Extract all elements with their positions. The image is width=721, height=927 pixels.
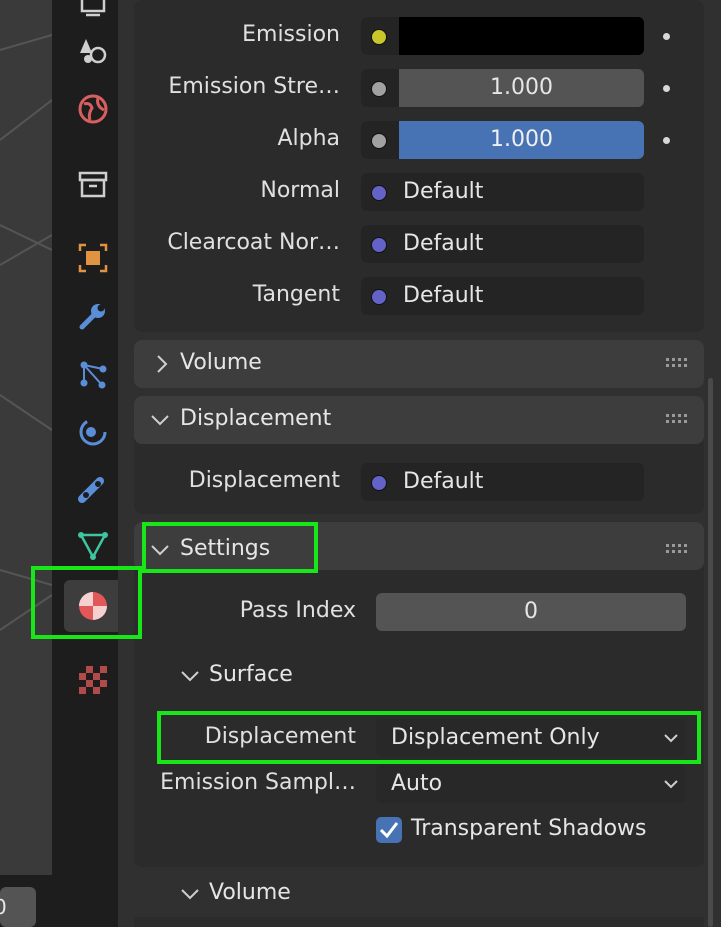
alpha-keyframe-dot[interactable] bbox=[663, 137, 670, 144]
chevron-down-icon[interactable] bbox=[180, 886, 200, 902]
particles-tab[interactable] bbox=[66, 350, 120, 398]
chevron-down-icon bbox=[151, 415, 169, 426]
texture-tab[interactable] bbox=[66, 656, 120, 704]
emission-strength-keyframe-dot[interactable] bbox=[663, 85, 670, 92]
viewport-wireframe bbox=[0, 34, 52, 631]
transparent-shadows-label[interactable]: Transparent Shadows bbox=[411, 816, 647, 841]
volume-panel-title: Volume bbox=[180, 350, 262, 375]
displacement-link-field[interactable]: Default bbox=[361, 463, 644, 501]
displacement-method-highlight-box bbox=[157, 711, 701, 764]
collection-icon bbox=[78, 171, 108, 198]
displacement-drag-grip-icon[interactable] bbox=[665, 413, 691, 425]
mesh-data-icon bbox=[78, 532, 108, 560]
settings-highlight-box bbox=[142, 522, 318, 573]
modifier-tab[interactable] bbox=[66, 292, 120, 340]
emission-strength-value: 1.000 bbox=[399, 69, 644, 107]
settings-drag-grip-icon[interactable] bbox=[665, 543, 691, 555]
tangent-value: Default bbox=[403, 283, 484, 308]
3d-viewport[interactable] bbox=[0, 0, 52, 875]
collection-tab[interactable] bbox=[66, 160, 120, 208]
material-tab-highlight-box bbox=[31, 566, 142, 639]
properties-scrollbar[interactable] bbox=[708, 378, 713, 927]
object-tab[interactable] bbox=[66, 234, 120, 282]
emission-strength-socket-icon[interactable] bbox=[371, 81, 387, 97]
emission-sampling-dropdown[interactable]: Auto bbox=[376, 765, 686, 803]
clearcoat-normal-value: Default bbox=[403, 231, 484, 256]
displacement-socket-icon[interactable] bbox=[371, 475, 387, 491]
tangent-link-field[interactable]: Default bbox=[361, 277, 644, 315]
viewport-value-field[interactable]: 0 bbox=[0, 887, 36, 927]
constraints-tab[interactable] bbox=[66, 466, 120, 514]
volume-drag-grip-icon[interactable] bbox=[665, 357, 691, 369]
surface-subpanel-title[interactable]: Surface bbox=[209, 662, 293, 687]
alpha-value: 1.000 bbox=[490, 127, 553, 152]
displacement-input-value: Default bbox=[403, 469, 484, 494]
physics-tab[interactable] bbox=[66, 408, 120, 456]
emission-sampling-value: Auto bbox=[391, 771, 443, 796]
displacement-panel-title: Displacement bbox=[180, 406, 332, 431]
volume-subpanel-title[interactable]: Volume bbox=[209, 880, 291, 905]
world-tab[interactable] bbox=[66, 85, 120, 133]
wrench-icon bbox=[79, 304, 105, 330]
emission-socket-icon[interactable] bbox=[371, 29, 387, 45]
tangent-label: Tangent bbox=[252, 282, 340, 307]
emission-strength-field[interactable]: 1.000 bbox=[361, 69, 644, 107]
chevron-down-icon bbox=[664, 780, 678, 789]
alpha-socket-icon[interactable] bbox=[371, 133, 387, 149]
data-tab[interactable] bbox=[66, 522, 120, 570]
properties-tab-bar bbox=[62, 0, 118, 927]
emission-keyframe-dot[interactable] bbox=[663, 33, 670, 40]
object-icon bbox=[78, 243, 108, 273]
normal-value: Default bbox=[403, 179, 484, 204]
normal-link-field[interactable]: Default bbox=[361, 173, 644, 211]
clearcoat-normal-socket-icon[interactable] bbox=[371, 237, 387, 253]
alpha-slider[interactable]: 1.000 bbox=[361, 121, 644, 159]
normal-socket-icon[interactable] bbox=[371, 185, 387, 201]
emission-label: Emission bbox=[242, 22, 340, 47]
physics-icon bbox=[79, 418, 107, 446]
emission-color-field[interactable] bbox=[361, 17, 644, 55]
constraint-icon bbox=[78, 477, 104, 503]
view-layer-icon bbox=[80, 39, 107, 64]
emission-strength-label: Emission Stre… bbox=[168, 74, 340, 99]
chevron-down-icon[interactable] bbox=[180, 668, 200, 684]
clearcoat-normal-label: Clearcoat Nor… bbox=[167, 230, 340, 255]
alpha-label: Alpha bbox=[277, 126, 340, 151]
displacement-input-label: Displacement bbox=[188, 468, 340, 493]
view-layer-tab[interactable] bbox=[66, 26, 120, 74]
volume-subpanel-body bbox=[134, 917, 704, 927]
emission-color-swatch bbox=[399, 17, 644, 55]
checkmark-icon bbox=[379, 822, 399, 839]
chevron-right-icon bbox=[157, 355, 168, 373]
clearcoat-normal-link-field[interactable]: Default bbox=[361, 225, 644, 263]
printer-icon bbox=[80, 0, 106, 17]
output-tab[interactable] bbox=[66, 0, 120, 28]
world-icon bbox=[78, 94, 108, 124]
particles-icon bbox=[80, 361, 107, 389]
emission-sampling-label: Emission Sampl… bbox=[160, 770, 356, 795]
pass-index-field[interactable]: 0 bbox=[376, 593, 686, 631]
tangent-socket-icon[interactable] bbox=[371, 289, 387, 305]
pass-index-label: Pass Index bbox=[239, 598, 356, 623]
texture-icon bbox=[79, 666, 107, 694]
transparent-shadows-checkbox[interactable] bbox=[376, 817, 402, 843]
normal-label: Normal bbox=[260, 178, 340, 203]
